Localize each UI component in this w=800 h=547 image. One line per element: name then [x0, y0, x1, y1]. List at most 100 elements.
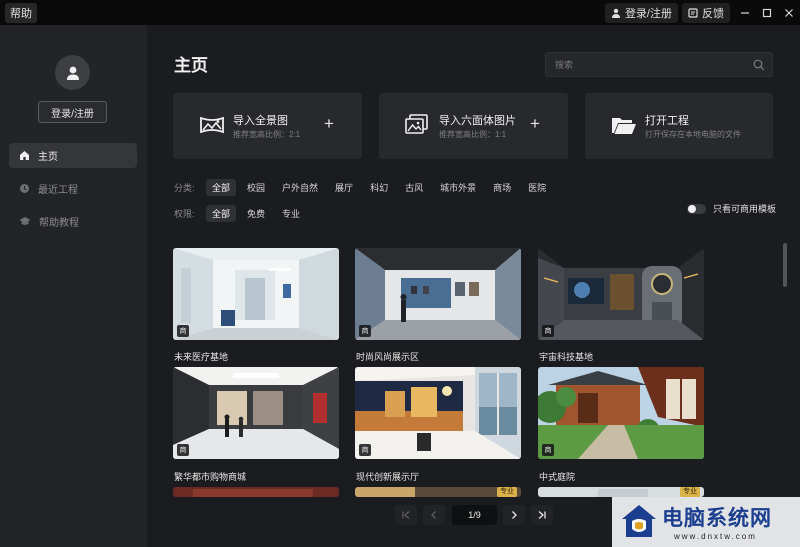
commercial-badge: 商 — [359, 444, 371, 456]
category-chip-city-exterior[interactable]: 城市外景 — [434, 179, 482, 196]
page-indicator: 1/9 — [452, 505, 497, 525]
pro-badge: 专业 — [497, 487, 517, 497]
open-project-card[interactable]: 打开工程 打开保存在本地电脑的文件 — [585, 93, 773, 159]
card-subtitle: 推荐宽高比例：2:1 — [233, 130, 301, 139]
sidebar-item-recent-projects[interactable]: 最近工程 — [9, 176, 137, 201]
template-thumbnail-modern-hall[interactable]: 商 — [355, 367, 521, 459]
import-cube-images-card[interactable]: 导入六面体图片 推荐宽高比例：1:1 + — [379, 93, 568, 159]
category-chip-hospital[interactable]: 医院 — [522, 179, 552, 196]
category-label: 分类: — [174, 183, 195, 193]
prev-page-button[interactable] — [423, 505, 445, 525]
permission-chip-all[interactable]: 全部 — [206, 205, 237, 222]
sidebar-item-help-tutorials[interactable]: 帮助教程 — [9, 209, 137, 234]
folder-icon — [612, 118, 636, 134]
sidebar-login-button[interactable]: 登录/注册 — [38, 101, 107, 123]
feedback-label: 反馈 — [702, 7, 724, 20]
commercial-badge: 商 — [177, 325, 189, 337]
commercial-only-label: 只看可商用模板 — [713, 204, 777, 214]
avatar[interactable] — [55, 55, 90, 90]
permission-filter: 权限: 全部 免费 专业 — [174, 205, 311, 222]
chevron-left-icon — [431, 511, 436, 519]
home-icon — [20, 151, 29, 160]
page-title: 主页 — [174, 56, 208, 75]
category-chip-exhibition[interactable]: 展厅 — [329, 179, 359, 196]
template-title[interactable]: 未来医疗基地 — [174, 350, 228, 363]
template-title[interactable]: 宇宙科技基地 — [539, 350, 593, 363]
house-shield-logo-icon — [622, 505, 656, 537]
template-thumbnail-shopping-mall[interactable]: 商 — [173, 367, 339, 459]
first-page-button[interactable] — [395, 505, 417, 525]
category-chip-ancient[interactable]: 古风 — [399, 179, 429, 196]
last-page-button[interactable] — [531, 505, 553, 525]
commercial-only-toggle-row: 只看可商用模板 — [687, 202, 776, 215]
sidebar-item-label: 帮助教程 — [39, 218, 79, 229]
template-title[interactable]: 时尚风尚展示区 — [356, 350, 419, 363]
template-thumbnail-partial[interactable] — [173, 487, 339, 497]
main-content: 主页 导入全景图 推荐宽高比例：2:1 + 导入六面体图片 推荐宽高比例：1:1… — [147, 25, 800, 547]
template-title[interactable]: 繁华都市购物商城 — [174, 470, 246, 483]
feedback-button[interactable]: 反馈 — [682, 2, 730, 23]
watermark-logo: 电脑系统网 www.dnxtw.com — [612, 497, 800, 547]
login-register-button[interactable]: 登录/注册 — [604, 2, 678, 23]
chinese-courtyard-image — [538, 367, 704, 459]
close-icon — [785, 8, 793, 17]
search-box[interactable] — [545, 52, 773, 77]
template-thumbnail-medical[interactable]: 商 — [173, 248, 339, 340]
maximize-icon — [762, 8, 772, 17]
feedback-icon — [688, 7, 698, 18]
user-icon — [611, 8, 620, 18]
watermark-title: 电脑系统网 — [662, 505, 772, 530]
panorama-icon — [200, 116, 224, 134]
sidebar-item-home[interactable]: 主页 — [9, 143, 137, 168]
clock-icon — [20, 184, 29, 193]
title-bar: 帮助 登录/注册 反馈 — [0, 0, 800, 25]
minimize-button[interactable] — [734, 0, 756, 25]
medical-scene-image — [173, 248, 339, 340]
maximize-button[interactable] — [756, 0, 778, 25]
user-avatar-icon — [66, 66, 79, 80]
chevron-right-icon — [512, 511, 517, 519]
help-menu-button[interactable]: 帮助 — [5, 2, 37, 23]
search-icon — [753, 59, 765, 71]
next-page-button[interactable] — [503, 505, 525, 525]
template-title[interactable]: 现代创新展示厅 — [356, 470, 419, 483]
template-title[interactable]: 中式庭院 — [539, 470, 575, 483]
permission-chip-pro[interactable]: 专业 — [276, 205, 306, 222]
template-thumbnail-fashion[interactable]: 商 — [355, 248, 521, 340]
category-chip-outdoor[interactable]: 户外自然 — [276, 179, 324, 196]
category-filter: 分类: 全部 校园 户外自然 展厅 科幻 古风 城市外景 商场 医院 — [174, 179, 557, 196]
template-thumbnail-chinese-courtyard[interactable]: 商 — [538, 367, 704, 459]
login-register-label: 登录/注册 — [624, 7, 672, 20]
category-chip-campus[interactable]: 校园 — [241, 179, 271, 196]
add-icon: + — [324, 114, 334, 133]
import-panorama-card[interactable]: 导入全景图 推荐宽高比例：2:1 + — [173, 93, 362, 159]
search-input[interactable] — [555, 59, 745, 70]
pro-badge: 专业 — [680, 487, 700, 497]
commercial-only-toggle[interactable] — [687, 203, 706, 214]
sidebar-item-label: 最近工程 — [38, 185, 78, 196]
commercial-badge: 商 — [177, 444, 189, 456]
permission-chip-free[interactable]: 免费 — [241, 205, 271, 222]
commercial-badge: 商 — [359, 325, 371, 337]
graduation-cap-icon — [19, 217, 31, 225]
category-chip-mall[interactable]: 商场 — [487, 179, 517, 196]
template-thumbnail-partial[interactable]: 专业 — [538, 487, 704, 497]
partial-thumbnail-image — [173, 487, 339, 497]
title-bar-right: 登录/注册 反馈 — [604, 0, 800, 25]
commercial-badge: 商 — [542, 325, 554, 337]
category-chip-scifi[interactable]: 科幻 — [364, 179, 394, 196]
sidebar: 登录/注册 主页 最近工程 帮助教程 — [0, 25, 147, 547]
close-button[interactable] — [778, 0, 800, 25]
commercial-badge: 商 — [542, 444, 554, 456]
template-thumbnail-partial[interactable]: 专业 — [355, 487, 521, 497]
permission-label: 权限: — [174, 209, 195, 219]
modern-hall-image — [355, 367, 521, 459]
shopping-mall-image — [173, 367, 339, 459]
fashion-gallery-image — [355, 248, 521, 340]
category-chip-all[interactable]: 全部 — [206, 179, 237, 196]
vertical-scrollbar[interactable] — [783, 243, 787, 287]
card-subtitle: 打开保存在本地电脑的文件 — [645, 130, 741, 139]
template-thumbnail-space-tech[interactable]: 商 — [538, 248, 704, 340]
add-icon: + — [530, 114, 540, 133]
images-icon — [405, 114, 428, 134]
